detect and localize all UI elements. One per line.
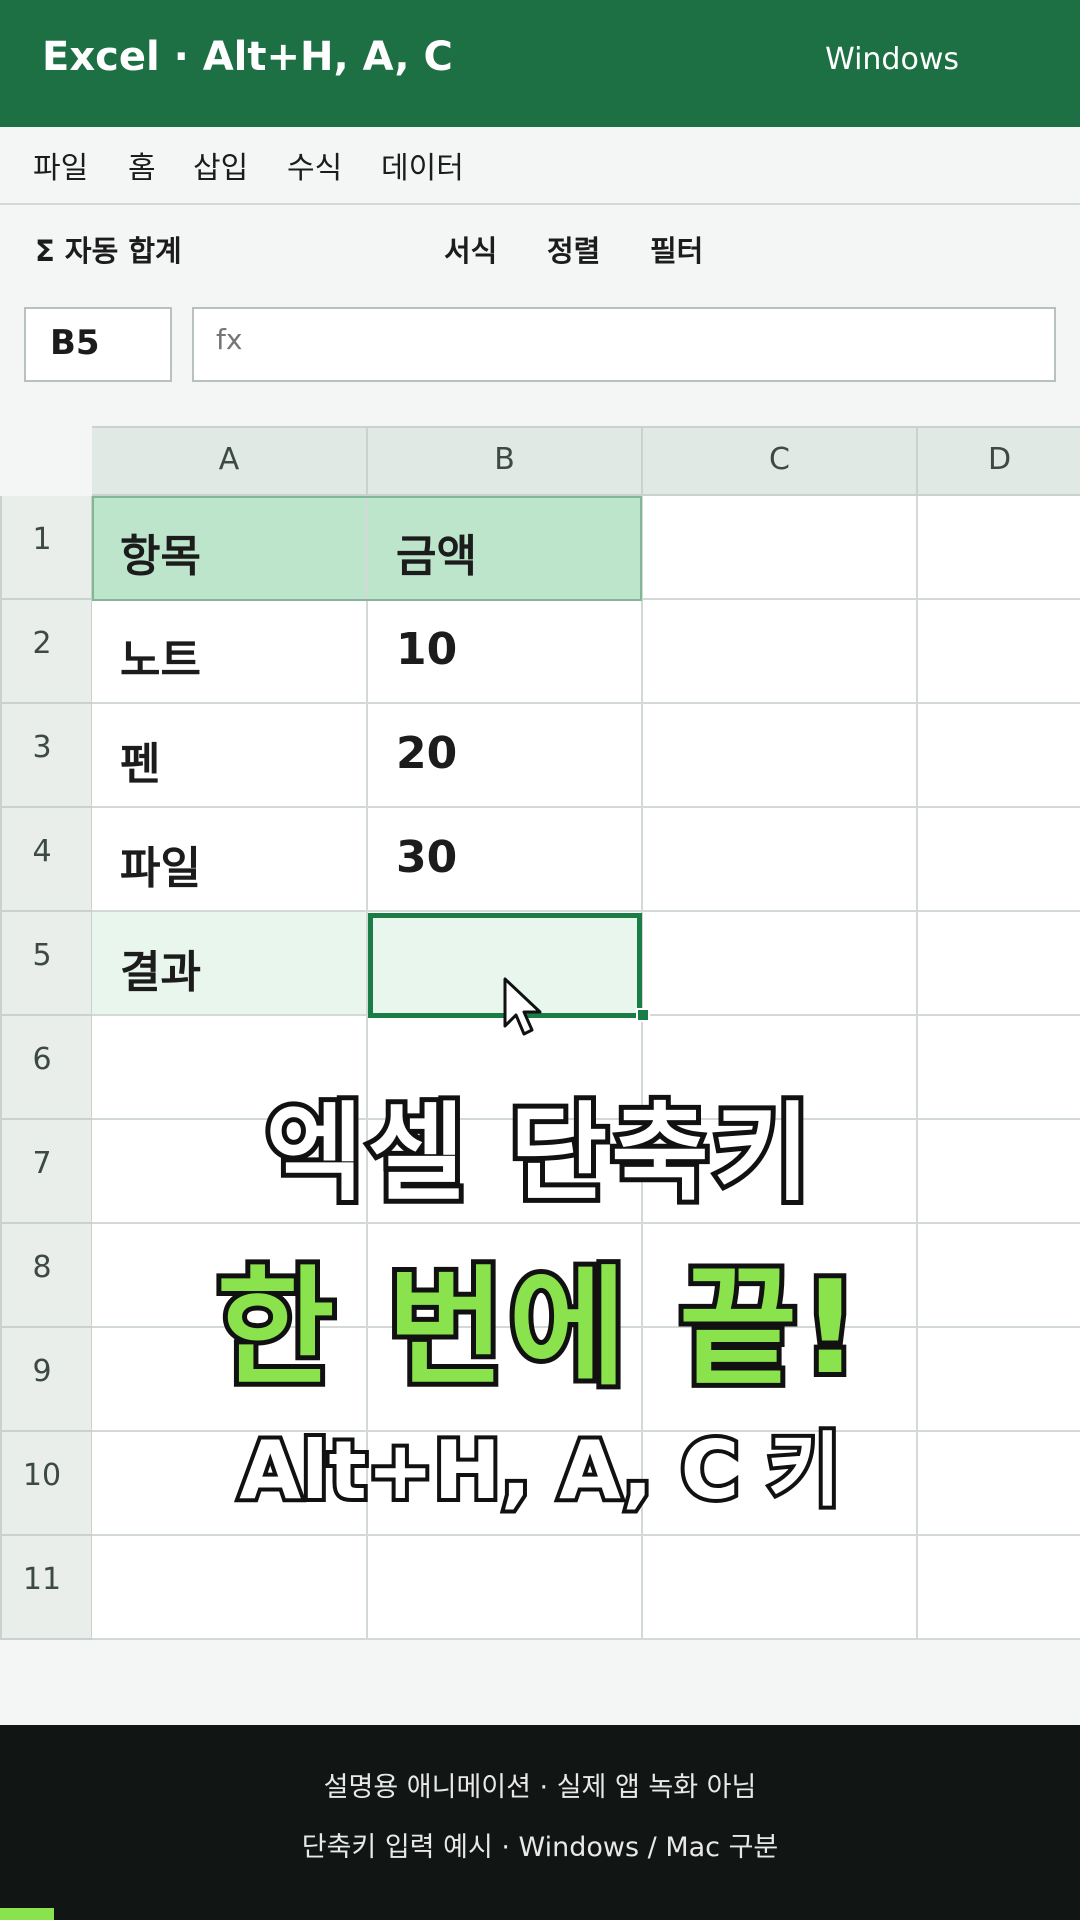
formula-input[interactable]: fx [192, 307, 1056, 382]
cell-b11[interactable] [368, 1536, 643, 1640]
row-header-4[interactable]: 4 [0, 808, 93, 912]
cell-c3[interactable] [643, 704, 918, 808]
overlay-headline: 엑셀 단축키 [261, 1092, 816, 1215]
name-box[interactable]: B5 [24, 307, 172, 382]
menu-item-formulas[interactable]: 수식 [287, 143, 342, 187]
sort-button[interactable]: 정렬 [547, 228, 600, 270]
cell-d4[interactable] [918, 808, 1080, 912]
cell-b4[interactable]: 30 [368, 808, 643, 912]
cell-a3[interactable]: 펜 [92, 704, 368, 808]
cell-b1[interactable]: 금액 [368, 496, 643, 600]
title-bar: Excel · Alt+H, A, C Windows [0, 0, 1080, 127]
fx-icon: fx [216, 323, 243, 356]
os-label: Windows [825, 42, 959, 77]
cell-d11[interactable] [918, 1536, 1080, 1640]
overlay-highlight: 한 번에 끝! [212, 1254, 865, 1403]
cell-a4[interactable]: 파일 [92, 808, 368, 912]
column-header-d[interactable]: D [918, 426, 1080, 496]
footer: 설명용 애니메이션 · 실제 앱 녹화 아님 단축키 입력 예시 · Windo… [0, 1725, 1080, 1920]
column-header-c[interactable]: C [643, 426, 918, 496]
cell-a2[interactable]: 노트 [92, 600, 368, 704]
cell-d1[interactable] [918, 496, 1080, 600]
overlay-shortcut: Alt+H, A, C 키 [235, 1424, 845, 1517]
cell-c11[interactable] [643, 1536, 918, 1640]
row-header-1[interactable]: 1 [0, 496, 93, 600]
footer-note: 단축키 입력 예시 · Windows / Mac 구분 [301, 1832, 779, 1863]
row-header-5[interactable]: 5 [0, 912, 93, 1016]
cell-d3[interactable] [918, 704, 1080, 808]
footer-disclaimer: 설명용 애니메이션 · 실제 앱 녹화 아님 [323, 1772, 757, 1803]
menu-item-file[interactable]: 파일 [33, 143, 88, 187]
menu-bar: 파일 홈 삽입 수식 데이터 [0, 127, 1080, 205]
cell-a11[interactable] [92, 1536, 368, 1640]
menu-item-data[interactable]: 데이터 [381, 143, 464, 187]
format-button[interactable]: 서식 [444, 228, 497, 270]
progress-bar [0, 1908, 54, 1920]
fill-handle[interactable] [636, 1008, 650, 1022]
column-header-a[interactable]: A [92, 426, 368, 496]
menu-item-insert[interactable]: 삽입 [193, 143, 248, 187]
mouse-cursor-icon [503, 977, 542, 1036]
cell-c1[interactable] [643, 496, 918, 600]
column-header-b[interactable]: B [368, 426, 643, 496]
ribbon: Σ 자동 합계 서식 정렬 필터 [0, 205, 1080, 295]
filter-button[interactable]: 필터 [650, 228, 703, 270]
cell-b3[interactable]: 20 [368, 704, 643, 808]
cell-a5[interactable]: 결과 [92, 912, 368, 1016]
menu-item-home[interactable]: 홈 [128, 143, 156, 187]
row-header-2[interactable]: 2 [0, 600, 93, 704]
row-header-11[interactable]: 11 [0, 1536, 93, 1640]
name-box-value: B5 [50, 323, 100, 363]
row-header-3[interactable]: 3 [0, 704, 93, 808]
cell-a1[interactable]: 항목 [92, 496, 368, 600]
cell-c4[interactable] [643, 808, 918, 912]
cell-c2[interactable] [643, 600, 918, 704]
cell-c5[interactable] [643, 912, 918, 1016]
cell-b2[interactable]: 10 [368, 600, 643, 704]
autosum-button[interactable]: Σ 자동 합계 [35, 228, 182, 270]
window-title: Excel · Alt+H, A, C [42, 34, 453, 80]
cell-d5[interactable] [918, 912, 1080, 1016]
cell-d2[interactable] [918, 600, 1080, 704]
